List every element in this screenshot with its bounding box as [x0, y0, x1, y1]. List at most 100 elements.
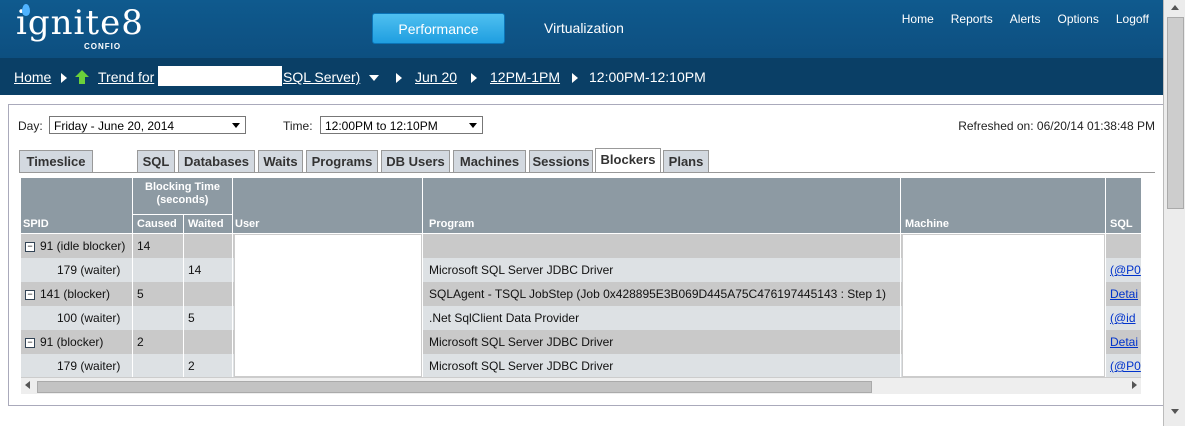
waited-cell: [184, 234, 233, 258]
chevron-right-icon: [61, 73, 67, 83]
scroll-down-icon[interactable]: [1171, 409, 1179, 414]
logo-word: ignite8: [16, 3, 144, 43]
reports-link[interactable]: Reports: [951, 12, 993, 26]
header-spid[interactable]: SPID: [21, 178, 132, 233]
tab-databases[interactable]: Databases: [178, 150, 255, 172]
collapse-icon[interactable]: −: [25, 289, 35, 300]
tab-timeslice[interactable]: Timeslice: [19, 150, 93, 172]
program-cell: Microsoft SQL Server JDBC Driver: [423, 330, 901, 354]
horizontal-scrollbar[interactable]: [21, 377, 1141, 394]
blockers-table: SPID Blocking Time (seconds) Caused Wait…: [21, 178, 1141, 377]
day-select[interactable]: Friday - June 20, 2014: [49, 116, 246, 134]
tab-bar: Timeslice SQL Databases Waits Programs D…: [19, 148, 1155, 173]
home-link[interactable]: Home: [902, 12, 934, 26]
logoff-link[interactable]: Logoff: [1116, 12, 1149, 26]
performance-button[interactable]: Performance: [372, 13, 505, 44]
chevron-right-icon: [471, 73, 477, 83]
caused-cell: [133, 258, 184, 282]
sql-link[interactable]: [1106, 234, 1141, 258]
tab-plans[interactable]: Plans: [663, 150, 709, 172]
collapse-icon[interactable]: −: [25, 241, 35, 252]
spid-cell: −91 (blocker): [21, 330, 133, 354]
vertical-scroll-thumb[interactable]: [1167, 17, 1184, 209]
sql-link[interactable]: (@P0: [1106, 258, 1141, 282]
redacted-server-name: [158, 66, 282, 86]
logo-sub: CONFIO: [84, 42, 122, 51]
user-redacted-area: [234, 234, 422, 377]
waited-cell: [184, 282, 233, 306]
app-window: ignite8 CONFIO Performance Virtualizatio…: [0, 0, 1164, 426]
virtualization-link[interactable]: Virtualization: [544, 20, 624, 36]
header-blocking-time: Blocking Time (seconds): [133, 178, 232, 214]
header-machine[interactable]: Machine: [901, 178, 1105, 233]
program-cell: .Net SqlClient Data Provider: [423, 306, 901, 330]
day-select-value: Friday - June 20, 2014: [54, 119, 175, 133]
program-cell: SQLAgent - TSQL JobStep (Job 0x428895E3B…: [423, 282, 901, 306]
spid-cell: −141 (blocker): [21, 282, 133, 306]
tab-programs[interactable]: Programs: [306, 150, 378, 172]
tab-sessions[interactable]: Sessions: [529, 150, 593, 172]
tab-sql[interactable]: SQL: [137, 150, 175, 172]
caused-cell: 2: [133, 330, 184, 354]
caret-down-icon: [469, 123, 477, 128]
caused-cell: 5: [133, 282, 184, 306]
sql-link[interactable]: Detai: [1106, 330, 1141, 354]
scroll-right-icon[interactable]: [1132, 381, 1137, 389]
alerts-link[interactable]: Alerts: [1010, 12, 1041, 26]
top-bar: ignite8 CONFIO Performance Virtualizatio…: [0, 0, 1163, 58]
breadcrumb-hour[interactable]: 12PM-1PM: [490, 69, 560, 85]
waited-cell: 14: [184, 258, 233, 282]
chevron-right-icon: [396, 73, 402, 83]
tab-waits[interactable]: Waits: [258, 150, 303, 172]
flame-icon: [22, 4, 30, 16]
sql-link[interactable]: (@id: [1106, 306, 1141, 330]
vertical-scrollbar[interactable]: [1163, 0, 1185, 426]
horizontal-scroll-thumb[interactable]: [37, 381, 872, 393]
breadcrumb-trend[interactable]: Trend for: [98, 69, 154, 85]
caused-cell: [133, 306, 184, 330]
program-cell: [423, 234, 901, 258]
machine-redacted-area: [902, 234, 1105, 377]
sql-link[interactable]: (@P0: [1106, 354, 1141, 377]
program-cell: Microsoft SQL Server JDBC Driver: [423, 354, 901, 377]
trend-up-icon: [75, 70, 89, 84]
spid-cell: 100 (waiter): [21, 306, 133, 330]
top-links: Home Reports Alerts Options Logoff: [902, 12, 1149, 26]
tab-db-users[interactable]: DB Users: [381, 150, 450, 172]
breadcrumb-day[interactable]: Jun 20: [415, 69, 457, 85]
sql-link[interactable]: Detai: [1106, 282, 1141, 306]
breadcrumb: Home Trend for SQL Server) Jun 20 12PM-1…: [0, 58, 1163, 95]
waited-cell: 5: [184, 306, 233, 330]
spid-cell: −91 (idle blocker): [21, 234, 133, 258]
header-program[interactable]: Program: [423, 178, 900, 233]
collapse-icon[interactable]: −: [25, 337, 35, 348]
time-select[interactable]: 12:00PM to 12:10PM: [320, 116, 483, 134]
breadcrumb-slice: 12:00PM-12:10PM: [589, 69, 706, 85]
chevron-right-icon: [572, 73, 578, 83]
scroll-up-icon[interactable]: [1171, 5, 1179, 10]
time-select-value: 12:00PM to 12:10PM: [325, 119, 438, 133]
options-link[interactable]: Options: [1057, 12, 1098, 26]
spid-cell: 179 (waiter): [21, 258, 133, 282]
scroll-left-icon[interactable]: [25, 381, 30, 389]
dropdown-icon[interactable]: [369, 75, 379, 81]
waited-cell: [184, 330, 233, 354]
tab-blockers[interactable]: Blockers: [595, 148, 661, 172]
breadcrumb-server[interactable]: SQL Server): [283, 69, 360, 85]
spid-cell: 179 (waiter): [21, 354, 133, 377]
program-cell: Microsoft SQL Server JDBC Driver: [423, 258, 901, 282]
main-panel: Day: Friday - June 20, 2014 Time: 12:00P…: [8, 104, 1164, 406]
header-waited[interactable]: Waited: [184, 215, 232, 233]
caused-cell: [133, 354, 184, 377]
breadcrumb-home[interactable]: Home: [14, 69, 51, 85]
logo[interactable]: ignite8 CONFIO: [16, 3, 144, 51]
refreshed-text: Refreshed on: 06/20/14 01:38:48 PM: [958, 119, 1155, 133]
header-caused[interactable]: Caused: [133, 215, 183, 233]
header-sql[interactable]: SQL: [1106, 178, 1141, 233]
waited-cell: 2: [184, 354, 233, 377]
tab-machines[interactable]: Machines: [453, 150, 526, 172]
caused-cell: 14: [133, 234, 184, 258]
time-label: Time:: [283, 119, 313, 133]
header-user[interactable]: User: [233, 178, 422, 233]
caret-down-icon: [232, 123, 240, 128]
